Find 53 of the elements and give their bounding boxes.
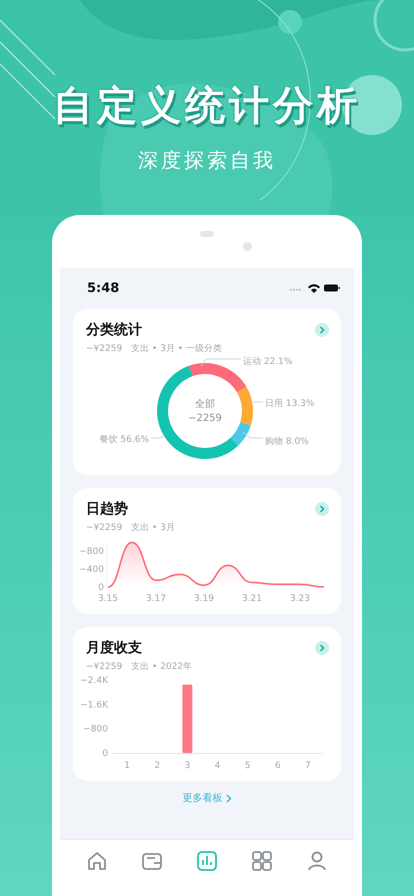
card-subtitle: −¥2259 支出 • 3月 (86, 522, 176, 534)
y-tick-label: −2.4K (80, 676, 108, 686)
x-tick-label: 3.17 (146, 594, 166, 604)
card-subtitle: −¥2259 支出 • 2022年 (86, 660, 194, 673)
detail-button[interactable] (315, 502, 329, 516)
x-tick-label: 6 (274, 761, 281, 771)
chevron-icon (226, 794, 232, 802)
slice-label: 运动 22.1% (243, 357, 292, 367)
x-tick-label: 3.19 (194, 594, 214, 604)
leader-line (242, 432, 264, 438)
subline: 深度探索自我 (138, 147, 276, 174)
y-tick-label: 0 (98, 583, 104, 593)
card-title: 月度收支 (86, 639, 142, 657)
speaker-grille (200, 231, 214, 237)
headline: 自定义统计分析 (53, 82, 361, 131)
x-tick-label: 7 (305, 761, 311, 771)
chevron-icon (319, 644, 325, 652)
camera-dot (243, 242, 252, 251)
detail-button[interactable] (315, 641, 329, 655)
y-tick-label: −400 (79, 565, 104, 575)
x-tick-label: 1 (124, 761, 130, 771)
card-title: 日趋势 (86, 500, 128, 518)
x-tick-label: 4 (214, 761, 220, 771)
chart-icon (196, 850, 218, 872)
slice-label: 餐饮 56.6% (100, 435, 149, 445)
detail-button[interactable] (315, 323, 329, 337)
leader-line (200, 358, 242, 366)
x-tick-label: 3.21 (242, 594, 262, 604)
x-tick-label: 2 (154, 761, 160, 771)
center-label: 全部 (195, 399, 215, 410)
x-tick-label: 3.15 (98, 594, 118, 604)
more-boards-link[interactable]: 更多看板 (182, 791, 232, 805)
chevron-icon (319, 326, 325, 334)
wallet-icon (141, 850, 164, 872)
card-title: 分类统计 (86, 321, 142, 339)
leader-line (150, 436, 166, 438)
home-icon (86, 850, 108, 872)
card-subtitle: −¥2259 支出 • 3月 • 一级分类 (86, 342, 223, 355)
status-icons (290, 283, 340, 293)
person-icon (306, 850, 328, 872)
chevron-icon (319, 505, 325, 513)
status-time: 5:48 (87, 280, 120, 296)
y-tick-label: −1.6K (80, 700, 108, 710)
x-tick-label: 5 (244, 761, 250, 771)
slice-label: 日用 13.3% (265, 399, 314, 409)
grid-icon (250, 850, 273, 872)
slice-label: 购物 8.0% (265, 437, 309, 447)
y-tick-label: 0 (102, 749, 108, 759)
x-tick-label: 3 (184, 761, 190, 771)
y-tick-label: −800 (79, 547, 104, 557)
y-tick-label: −800 (83, 724, 108, 735)
center-value: −2259 (188, 413, 222, 424)
x-tick-label: 3.23 (290, 594, 310, 604)
